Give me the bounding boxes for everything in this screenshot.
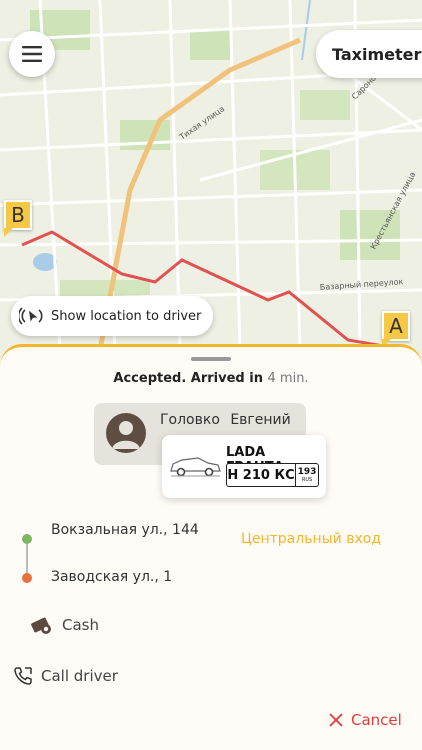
origin-dot <box>22 534 32 544</box>
car-card: LADA ГРАНТА Н 210 КС 193 RUS <box>162 435 326 498</box>
payment-label: Cash <box>62 616 99 634</box>
park-area <box>300 90 350 120</box>
cash-icon <box>30 615 54 635</box>
car-icon <box>170 457 221 477</box>
origin-address: Вокзальная ул., 144 <box>51 522 199 538</box>
hamburger-icon <box>22 46 42 62</box>
order-status: Accepted. Arrived in 4 min. <box>0 371 422 386</box>
avatar <box>106 413 146 453</box>
plate-region-code: 193 <box>297 467 317 477</box>
marker-label: A <box>389 314 403 338</box>
entrance-note[interactable]: Центральный вход <box>241 531 381 547</box>
park-area <box>190 30 230 60</box>
destination-address: Заводская ул., 1 <box>51 569 173 585</box>
call-label: Call driver <box>41 667 118 685</box>
status-text: Accepted. Arrived in <box>113 371 263 386</box>
menu-button[interactable] <box>9 31 55 77</box>
plate-number: Н 210 КС <box>227 464 296 486</box>
show-location-button[interactable]: Show location to driver <box>11 296 214 336</box>
eta-value: 4 min. <box>267 371 309 386</box>
payment-method[interactable]: Cash <box>30 615 99 635</box>
route-connector <box>26 539 28 575</box>
person-icon <box>112 421 140 449</box>
destination-dot <box>22 573 32 583</box>
call-driver-button[interactable]: Call driver <box>13 666 118 686</box>
destination-marker[interactable]: B <box>4 200 32 237</box>
order-sheet: Accepted. Arrived in 4 min. Головко Евге… <box>0 344 422 750</box>
plate-region: 193 RUS <box>296 464 318 486</box>
sheet-handle[interactable] <box>191 357 231 361</box>
taximeter-button[interactable]: Taximeter <box>316 30 422 78</box>
phone-icon <box>13 666 33 686</box>
driver-name: Головко Евгений <box>160 412 291 428</box>
close-icon <box>329 713 343 727</box>
plate-country: RUS <box>301 477 313 483</box>
marker-label: B <box>11 203 25 227</box>
pickup-marker[interactable]: A <box>382 311 410 348</box>
taximeter-label: Taximeter <box>332 44 422 64</box>
license-plate: Н 210 КС 193 RUS <box>226 463 319 487</box>
park-area <box>120 120 170 150</box>
show-location-label: Show location to driver <box>51 308 202 324</box>
cancel-label: Cancel <box>351 711 402 729</box>
cancel-button[interactable]: Cancel <box>329 711 402 729</box>
broadcast-location-icon <box>19 306 45 326</box>
